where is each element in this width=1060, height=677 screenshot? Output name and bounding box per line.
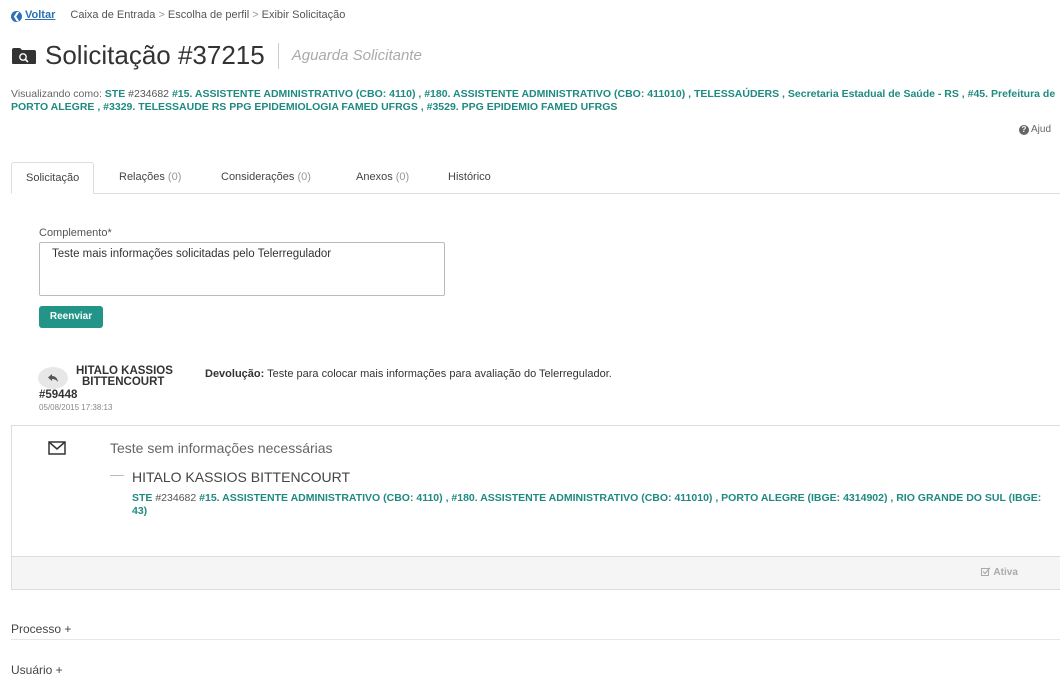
check-square-icon — [981, 567, 991, 576]
status-badge-label: Ativa — [993, 567, 1018, 578]
complemento-field[interactable]: Teste mais informações solicitadas pelo … — [39, 242, 445, 296]
tab-label: Histórico — [448, 171, 491, 183]
breadcrumb-separator: > — [252, 9, 259, 21]
breadcrumb-item-current: Exibir Solicitação — [261, 9, 346, 21]
message-roles: #15. ASSISTENTE ADMINISTRATIVO (CBO: 411… — [132, 492, 1042, 517]
status-label: Aguarda Solicitante — [291, 47, 422, 64]
section-divider — [11, 639, 1060, 640]
message-author: HITALO KASSIOS BITTENCOURT — [132, 469, 351, 485]
status-badge: Ativa — [981, 567, 1018, 578]
entry-message: Teste para colocar mais informações para… — [267, 368, 612, 380]
viewing-as-ste: STE — [104, 88, 126, 100]
page-header: Solicitação #37215 Aguarda Solicitante — [11, 40, 422, 71]
tab-historico[interactable]: Histórico — [434, 162, 505, 192]
tab-solicitacao[interactable]: Solicitação — [11, 162, 95, 194]
tab-count: (0) — [395, 171, 410, 183]
title-divider — [277, 42, 279, 69]
envelope-icon — [48, 441, 66, 455]
tab-label: Anexos — [356, 171, 393, 183]
reply-arrow-icon — [48, 374, 58, 382]
viewing-as: Visualizando como: STE #234682 #15. ASSI… — [11, 88, 1056, 114]
back-link[interactable]: ❮ Voltar — [11, 9, 56, 22]
tab-label: Relações — [119, 171, 165, 183]
entry-type-label: Devolução: — [205, 368, 265, 380]
message-text: Teste sem informações necessárias — [110, 440, 333, 456]
breadcrumb-separator: > — [158, 9, 165, 21]
tab-label: Considerações — [221, 171, 295, 183]
tab-anexos[interactable]: Anexos (0) — [342, 162, 423, 192]
section-processo[interactable]: Processo + — [11, 622, 71, 636]
page-title: Solicitação #37215 — [45, 40, 265, 70]
arrow-left-circle-icon: ❮ — [11, 11, 22, 22]
entry-author: HITALO KASSIOS BITTENCOURT — [76, 365, 173, 388]
reply-icon — [38, 367, 68, 389]
tab-consideracoes[interactable]: Considerações (0) — [207, 162, 325, 192]
tab-label: Solicitação — [26, 172, 80, 184]
complemento-label: Complemento* — [39, 227, 112, 239]
help-link[interactable]: ? Ajud — [1019, 124, 1051, 135]
entry-author-id: #59448 — [39, 389, 78, 401]
tab-relacoes[interactable]: Relações (0) — [105, 162, 195, 192]
message-id: #234682 — [155, 492, 197, 504]
entry-text: Devolução: Teste para colocar mais infor… — [205, 368, 612, 380]
entry-date: 05/08/2015 17:38:13 — [39, 403, 113, 412]
message-ste: STE — [132, 492, 153, 504]
viewing-as-id: #234682 — [128, 88, 170, 100]
folder-search-icon — [12, 47, 36, 64]
question-circle-icon: ? — [1019, 125, 1029, 135]
breadcrumb: ❮ Voltar Caixa de Entrada > Escolha de perf… — [11, 9, 345, 22]
breadcrumb-item-inbox[interactable]: Caixa de Entrada — [70, 9, 155, 21]
tab-count: (0) — [297, 171, 311, 183]
help-label: Ajud — [1031, 124, 1052, 135]
entry-author-line2: BITTENCOURT — [82, 376, 165, 388]
tab-bar: Solicitação Relações (0) Considerações (… — [11, 162, 1060, 194]
tab-count: (0) — [167, 171, 182, 183]
message-author-roles: STE #234682 #15. ASSISTENTE ADMINISTRATI… — [132, 492, 1042, 518]
back-link-label: Voltar — [25, 9, 56, 21]
viewing-as-prefix: Visualizando como: — [11, 88, 102, 100]
breadcrumb-item-profile[interactable]: Escolha de perfil — [168, 9, 249, 21]
resend-button[interactable]: Reenviar — [39, 306, 103, 328]
message-panel-footer — [11, 556, 1060, 590]
author-dash — [110, 475, 124, 476]
